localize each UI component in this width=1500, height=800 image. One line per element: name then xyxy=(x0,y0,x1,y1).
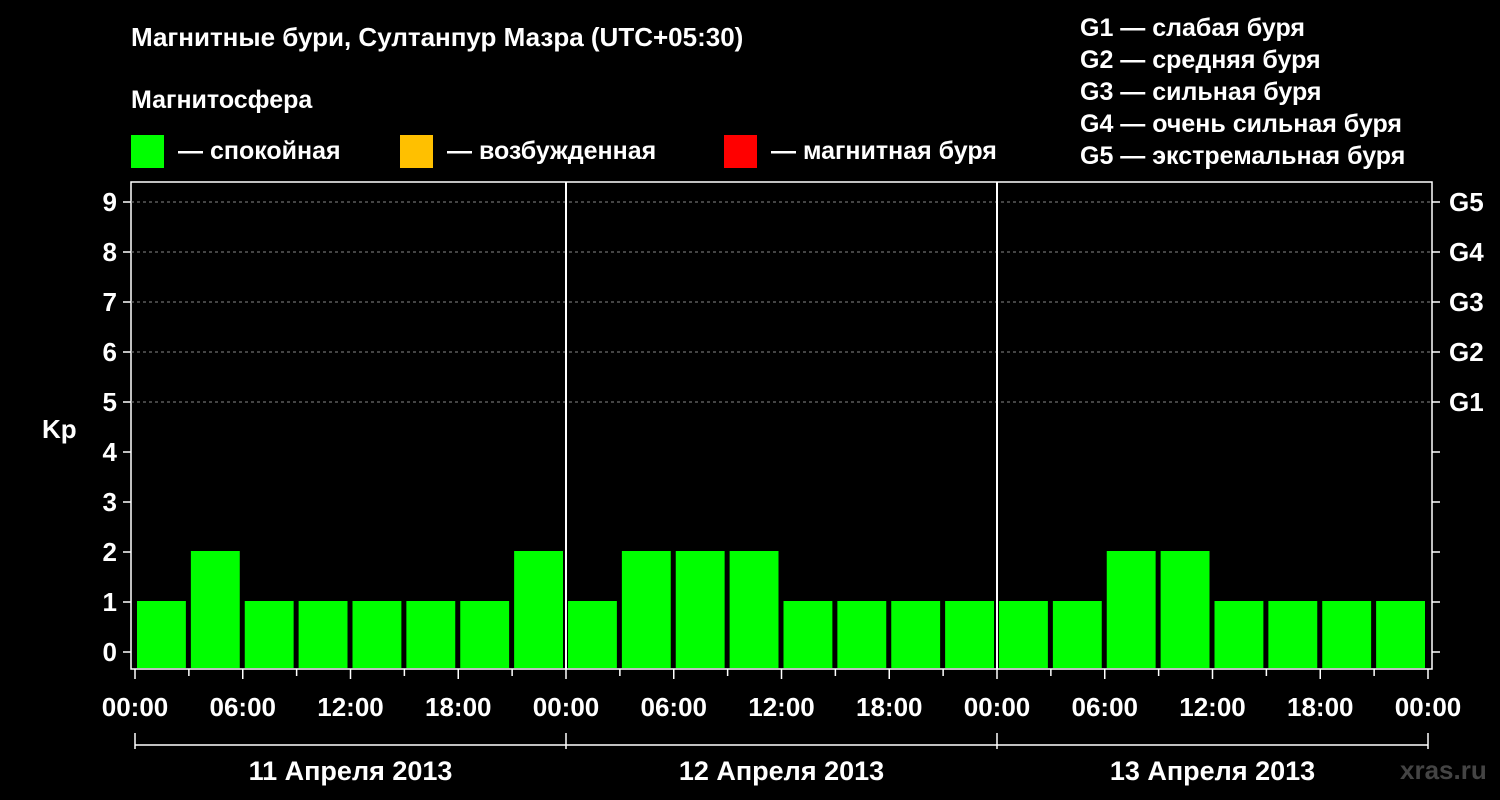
x-tick-label: 06:00 xyxy=(1072,692,1139,722)
kp-bar xyxy=(729,551,779,668)
kp-bar xyxy=(137,601,186,668)
kp-bar xyxy=(675,551,725,668)
kp-bar xyxy=(621,551,671,668)
y-tick-label: 7 xyxy=(103,287,117,317)
y-tick-label: 4 xyxy=(103,437,118,467)
x-tick-label: 06:00 xyxy=(641,692,708,722)
day-label: 11 Апреля 2013 xyxy=(249,756,453,786)
y-tick-label: 5 xyxy=(103,387,117,417)
kp-bar xyxy=(298,601,348,668)
kp-bar xyxy=(837,601,887,668)
watermark: xras.ru xyxy=(1400,755,1487,785)
x-tick-label: 00:00 xyxy=(102,692,169,722)
x-tick-label: 18:00 xyxy=(425,692,492,722)
kp-bar xyxy=(244,601,294,668)
kp-bar xyxy=(1376,601,1425,668)
kp-bar xyxy=(1322,601,1372,668)
kp-bar xyxy=(1268,601,1318,668)
kp-bar xyxy=(460,601,510,668)
kp-bar xyxy=(514,551,563,668)
kp-bar xyxy=(891,601,941,668)
kp-bar xyxy=(1214,601,1264,668)
x-tick-label: 12:00 xyxy=(748,692,815,722)
x-tick-label: 00:00 xyxy=(533,692,600,722)
x-tick-label: 12:00 xyxy=(1179,692,1246,722)
g-level-label: G3 xyxy=(1449,287,1484,317)
x-tick-label: 12:00 xyxy=(317,692,384,722)
g-level-label: G2 xyxy=(1449,337,1484,367)
plot-frame xyxy=(130,181,1433,670)
y-tick-label: 3 xyxy=(103,487,117,517)
day-label: 12 Апреля 2013 xyxy=(679,756,884,786)
kp-bar xyxy=(406,601,456,668)
kp-bar xyxy=(1052,601,1102,668)
day-label: 13 Апреля 2013 xyxy=(1110,756,1315,786)
y-axis-label: Kp xyxy=(42,414,77,444)
g-level-label: G4 xyxy=(1449,237,1484,267)
y-tick-label: 6 xyxy=(103,337,117,367)
y-tick-label: 9 xyxy=(103,187,117,217)
kp-bar xyxy=(1106,551,1156,668)
kp-bar xyxy=(1160,551,1210,668)
x-tick-label: 06:00 xyxy=(210,692,277,722)
kp-chart: 0 1 2 3 4 5 6 7 8 9 G1 G2 G3 G4 G5 Kp 00:00 06:00 12:00 18:… xyxy=(42,181,1484,786)
g-level-label: G1 xyxy=(1449,387,1484,417)
g-level-label: G5 xyxy=(1449,187,1484,217)
kp-bar xyxy=(999,601,1048,668)
kp-bar xyxy=(783,601,833,668)
y-tick-label: 8 xyxy=(103,237,117,267)
y-tick-label: 0 xyxy=(103,637,117,667)
kp-bar xyxy=(945,601,994,668)
y-tick-label: 1 xyxy=(103,587,117,617)
y-tick-label: 2 xyxy=(103,537,117,567)
x-tick-label: 00:00 xyxy=(1395,692,1462,722)
x-tick-label: 00:00 xyxy=(964,692,1031,722)
kp-bar xyxy=(190,551,240,668)
kp-bar xyxy=(352,601,402,668)
kp-bar xyxy=(568,601,617,668)
x-tick-label: 18:00 xyxy=(1287,692,1354,722)
x-tick-label: 18:00 xyxy=(856,692,923,722)
